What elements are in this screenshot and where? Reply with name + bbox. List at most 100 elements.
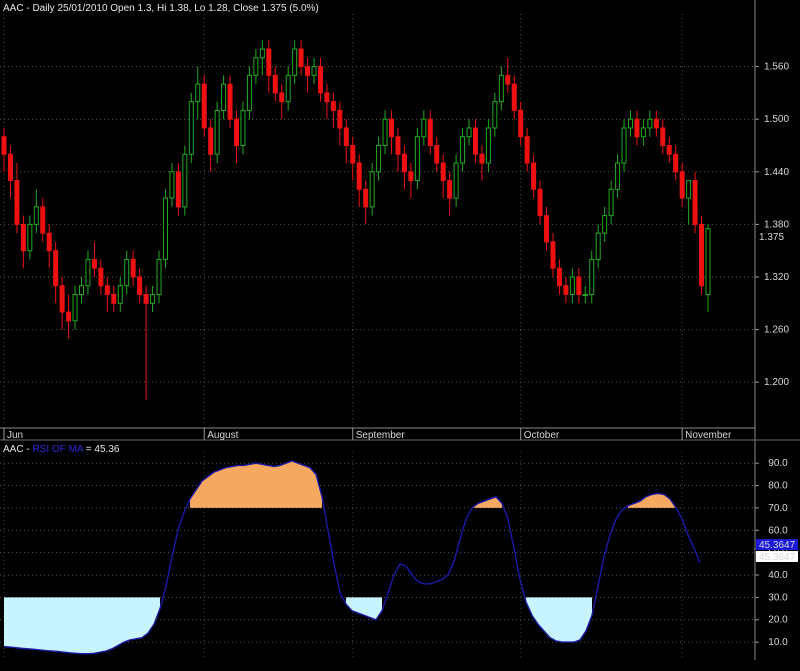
indicator-panel[interactable]: AAC - RSI OF MA = 45.36 [3,444,120,455]
candle-body-up [686,180,692,199]
candle-body-up [311,66,317,76]
indicator-value-tags: 45.3647 45.3647 [756,539,798,563]
indicator-y-tick-label: 90.0 [768,458,788,469]
candle-body-down [531,162,537,190]
candle-body-down [524,136,530,164]
candle-body-down [1,136,7,155]
price-y-tick-label: 1.560 [764,62,789,73]
candle-body-up [156,258,162,296]
candle-body-up [582,294,588,297]
candle-body-down [7,153,13,182]
candle-body-down [576,276,582,296]
candle-body-up [589,258,595,296]
candle-body-up [492,101,498,129]
indicator-header-prefix: AAC - [3,444,32,455]
candle-body-down [279,92,285,103]
candle-body-down [324,92,330,103]
candle-body-up [640,127,646,138]
candle-body-down [401,153,407,173]
candle-body-up [240,109,246,146]
candle-body-up [621,127,627,164]
candle-body-up [595,232,601,260]
indicator-header-name: RSI OF MA [32,444,83,455]
candle-body-down [544,215,550,243]
indicator-y-tick-label: 60.0 [768,525,788,536]
candle-body-down [40,206,46,234]
candle-body-up [705,228,711,296]
candle-body-up [259,48,265,59]
candle-body-up [72,294,78,322]
candle-body-down [660,127,666,146]
last-price-value: 1.375 [759,232,784,243]
candle-body-up [188,101,194,155]
candle [162,189,168,269]
candle [692,171,698,234]
candle-body-up [253,57,259,76]
candle-body-down [98,267,104,287]
candle-body-down [234,118,240,146]
candle-body-down [440,162,446,182]
candle-body-up [414,136,420,182]
candle-body-down [479,153,485,164]
candle-body-down [20,223,26,252]
candle-body-down [511,83,517,111]
candle-body-down [634,118,640,138]
price-y-tick-label: 1.380 [764,219,789,230]
candle-body-up [27,223,33,252]
candle-body-down [350,144,356,164]
candle [214,101,220,164]
candle-body-down [66,311,72,322]
candle-body-down [408,171,414,182]
candle-body-up [498,74,504,103]
candle-body-down [537,188,543,217]
last-price-label: 1.375 [759,232,784,243]
candle-body-up [117,285,123,304]
candle-body-down [104,285,110,296]
candle-body-down [556,267,562,287]
candle-body-down [518,109,524,138]
candle-body-up [369,171,375,208]
candle-body-down [395,136,401,155]
candle [188,92,194,164]
price-y-tick-label: 1.440 [764,167,789,178]
candle-body-down [201,83,207,129]
candle-body-down [356,162,362,190]
indicator-y-tick-label: 30.0 [768,592,788,603]
price-panel-header: AAC - Daily 25/01/2010 Open 1.3, Hi 1.38… [3,3,319,14]
candle-body-down [699,223,705,287]
chart-canvas[interactable]: AAC - Daily 25/01/2010 Open 1.3, Hi 1.38… [0,0,800,671]
candle-body-up [150,294,156,304]
candle-body-down [59,285,65,313]
candle-body-up [79,285,85,296]
candle-body-down [653,118,659,129]
candle-body-down [266,48,272,76]
candle-body-down [434,144,440,164]
candle-body-down [363,188,369,208]
candle [414,127,420,190]
candle-body-down [563,285,569,296]
candle [699,215,705,295]
candle-body-down [208,127,214,155]
candle-body-up [615,162,621,190]
candle-body-up [182,153,188,208]
candle-body-down [337,109,343,129]
candle-body-down [505,74,511,85]
candle-body-down [550,241,556,269]
price-y-tick-label: 1.320 [764,272,789,283]
candle-body-up [647,118,653,129]
candle-body-down [389,118,395,138]
candle-body-up [382,118,388,146]
candle-body-up [214,109,220,155]
candle-body-down [272,74,278,94]
candle-body-up [485,127,491,164]
candle-body-up [608,188,614,217]
indicator-y-tick-label: 80.0 [768,481,788,492]
date-tick-label: Jun [7,430,23,441]
indicator-y-tick-label: 10.0 [768,637,788,648]
candle-body-down [317,66,323,94]
indicator-value-tag-2: 45.3647 [759,552,796,563]
candle-body-up [453,162,459,199]
candle-body-up [285,74,291,103]
date-tick-label: August [207,430,238,441]
candle-body-down [14,180,20,225]
